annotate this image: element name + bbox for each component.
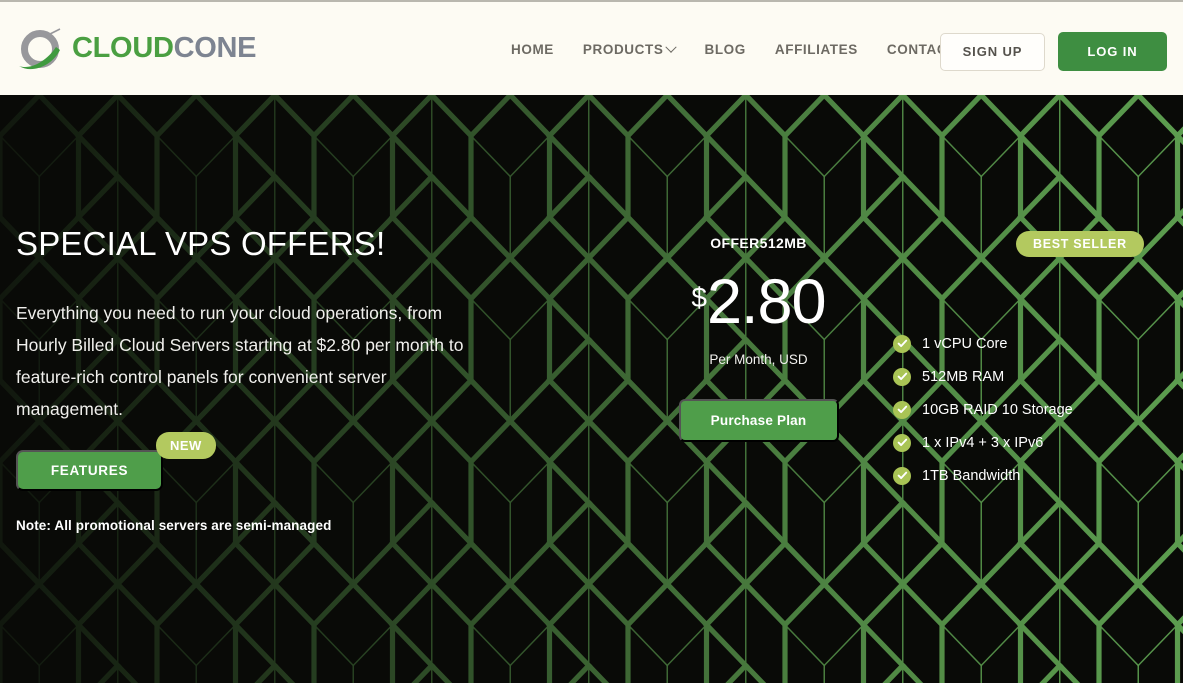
site-header: CLOUDCONE HOME PRODUCTS BLOG AFFILIATES … (0, 2, 1183, 95)
spec-item: 10GB RAID 10 Storage (893, 393, 1073, 426)
hero-content: SPECIAL VPS OFFERS! Everything you need … (0, 95, 1183, 683)
price-currency-symbol: $ (691, 282, 707, 313)
page-root: CLOUDCONE HOME PRODUCTS BLOG AFFILIATES … (0, 0, 1183, 683)
nav-item-home-label: HOME (511, 42, 554, 57)
brand-name: CLOUDCONE (72, 32, 257, 65)
price-display: $ 2.80 (622, 271, 895, 334)
spec-label: 10GB RAID 10 Storage (922, 401, 1073, 418)
spec-label: 512MB RAM (922, 368, 1005, 385)
brand-name-cloud: CLOUD (72, 32, 174, 64)
main-nav: HOME PRODUCTS BLOG AFFILIATES CONTACT (511, 41, 956, 57)
hero-note: Note: All promotional servers are semi-m… (16, 518, 332, 533)
check-circle-icon (893, 433, 911, 452)
hero-subtitle: Everything you need to run your cloud op… (16, 303, 464, 419)
cloudcone-swoosh-logo-icon (16, 26, 70, 72)
price-period: Per Month, USD (709, 352, 808, 367)
offer-spec-list: BEST SELLER 1 vCPU Core 512MB RAM 10GB R… (893, 231, 1144, 492)
spec-label: 1 vCPU Core (922, 335, 1008, 352)
brand-name-cone: CONE (173, 32, 257, 64)
new-badge: NEW (156, 432, 216, 459)
spec-item: 1 vCPU Core (893, 327, 1073, 360)
nav-item-products-label: PRODUCTS (582, 42, 664, 57)
spec-item: 512MB RAM (893, 360, 1073, 393)
nav-item-affiliates[interactable]: AFFILIATES (775, 42, 858, 57)
best-seller-badge: BEST SELLER (1016, 231, 1144, 257)
check-circle-icon (893, 334, 911, 353)
nav-item-blog-label: BLOG (704, 42, 746, 57)
chevron-down-icon (665, 41, 678, 53)
spec-label: 1 x IPv4 + 3 x IPv6 (922, 434, 1044, 451)
header-actions: SIGN UP LOG IN (940, 32, 1167, 71)
hero-title: SPECIAL VPS OFFERS! (16, 225, 386, 262)
plan-name: OFFER512MB (710, 235, 807, 251)
features-button[interactable]: FEATURES (16, 450, 163, 491)
check-circle-icon (893, 466, 911, 485)
spec-item: 1TB Bandwidth (893, 459, 1073, 492)
price-amount: 2.80 (706, 267, 827, 337)
log-in-button[interactable]: LOG IN (1058, 32, 1167, 71)
brand-logo-link[interactable]: CLOUDCONE (16, 26, 257, 72)
check-circle-icon (893, 367, 911, 386)
spec-item: 1 x IPv4 + 3 x IPv6 (893, 426, 1073, 459)
offer-price-column: OFFER512MB $ 2.80 Per Month, USD Purchas… (622, 235, 895, 442)
nav-item-blog[interactable]: BLOG (704, 42, 745, 57)
spec-label: 1TB Bandwidth (922, 467, 1021, 484)
nav-item-products[interactable]: PRODUCTS (582, 41, 678, 57)
hero-copy: SPECIAL VPS OFFERS! Everything you need … (16, 225, 486, 425)
nav-item-affiliates-label: AFFILIATES (774, 42, 858, 57)
purchase-plan-button[interactable]: Purchase Plan (678, 399, 839, 442)
sign-up-button[interactable]: SIGN UP (940, 32, 1045, 71)
hero-section: SPECIAL VPS OFFERS! Everything you need … (0, 95, 1183, 683)
check-circle-icon (893, 400, 911, 419)
nav-item-home[interactable]: HOME (511, 42, 554, 57)
features-button-wrap: FEATURES NEW (16, 432, 216, 491)
